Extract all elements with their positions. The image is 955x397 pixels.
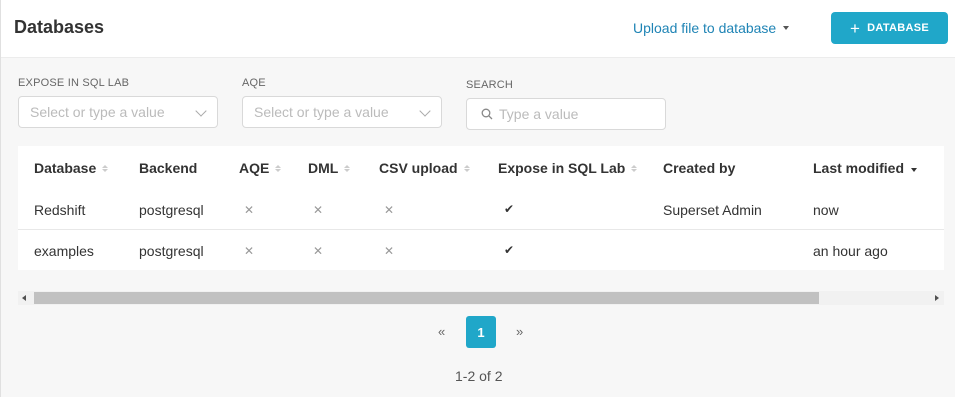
upload-file-dropdown[interactable]: Upload file to database	[633, 20, 790, 36]
sort-icon	[102, 164, 109, 172]
cross-icon: ✕	[313, 244, 324, 258]
column-header-label: Expose in SQL Lab	[498, 160, 626, 176]
column-header-label: Last modified	[813, 160, 905, 176]
cross-icon: ✕	[384, 244, 395, 258]
databases-table: Database Backend AQE DML CSV upload Expo…	[18, 146, 944, 270]
pagination-summary: 1-2 of 2	[455, 368, 503, 384]
table-row[interactable]: examples postgresql ✕ ✕ ✕ ✔ an hour ago	[18, 230, 944, 271]
search-icon	[481, 108, 493, 120]
add-database-label: DATABASE	[867, 22, 930, 34]
column-header-dml[interactable]: DML	[308, 160, 351, 176]
column-header-label: DML	[308, 160, 339, 176]
aqe-select[interactable]: Select or type a value	[242, 96, 442, 128]
filter-label-expose: EXPOSE IN SQL LAB	[18, 77, 130, 89]
expose-in-sql-lab-select[interactable]: Select or type a value	[18, 96, 218, 128]
filter-label-aqe: AQE	[242, 77, 266, 89]
horizontal-scrollbar[interactable]	[18, 291, 944, 305]
expose-select-placeholder: Select or type a value	[30, 104, 165, 120]
caret-down-icon	[783, 26, 790, 30]
search-placeholder: Type a value	[499, 106, 579, 122]
check-icon: ✔	[504, 243, 515, 257]
pagination-next[interactable]: »	[516, 324, 523, 339]
cell-last-modified: an hour ago	[813, 243, 888, 259]
cross-icon: ✕	[244, 203, 255, 217]
column-header-label: Created by	[663, 160, 736, 176]
add-database-button[interactable]: + DATABASE	[831, 12, 948, 44]
column-header-csv-upload[interactable]: CSV upload	[379, 160, 470, 176]
column-header-created-by[interactable]: Created by	[663, 160, 735, 176]
table-row[interactable]: Redshift postgresql ✕ ✕ ✕ ✔ Superset Adm…	[18, 189, 944, 230]
column-header-aqe[interactable]: AQE	[239, 160, 282, 176]
scroll-left-icon[interactable]	[22, 295, 26, 301]
pagination-page-current[interactable]: 1	[466, 316, 496, 348]
cross-icon: ✕	[313, 203, 324, 217]
column-header-label: AQE	[239, 160, 270, 176]
plus-icon: +	[849, 18, 861, 38]
scroll-right-icon[interactable]	[935, 295, 939, 301]
sort-icon	[275, 164, 282, 172]
column-header-label: CSV upload	[379, 160, 458, 176]
pagination-prev[interactable]: «	[438, 324, 445, 339]
column-header-database[interactable]: Database	[34, 160, 109, 176]
cell-database: examples	[34, 243, 94, 259]
column-header-last-modified[interactable]: Last modified	[813, 160, 918, 176]
page-title: Databases	[14, 17, 105, 37]
cell-created-by: Superset Admin	[663, 202, 762, 218]
cross-icon: ✕	[244, 244, 255, 258]
column-header-label: Backend	[139, 160, 198, 176]
cell-last-modified: now	[813, 202, 839, 218]
sort-descending-icon	[911, 167, 918, 172]
check-icon: ✔	[504, 202, 515, 216]
cross-icon: ✕	[384, 203, 395, 217]
column-header-label: Database	[34, 160, 97, 176]
column-header-backend[interactable]: Backend	[139, 160, 197, 176]
chevron-down-icon	[419, 105, 431, 117]
page-header: Databases Upload file to database + DATA…	[1, 0, 955, 58]
upload-file-label: Upload file to database	[633, 20, 777, 36]
sort-icon	[463, 164, 470, 172]
sort-icon	[631, 164, 638, 172]
cell-backend: postgresql	[139, 202, 204, 218]
cell-database: Redshift	[34, 202, 86, 218]
search-input[interactable]: Type a value	[466, 98, 666, 130]
scrollbar-thumb[interactable]	[34, 292, 819, 304]
aqe-select-placeholder: Select or type a value	[254, 104, 389, 120]
cell-backend: postgresql	[139, 243, 204, 259]
column-header-expose-in-sql-lab[interactable]: Expose in SQL Lab	[498, 160, 638, 176]
sort-icon	[344, 164, 351, 172]
chevron-down-icon	[195, 105, 207, 117]
filter-label-search: SEARCH	[466, 79, 514, 91]
